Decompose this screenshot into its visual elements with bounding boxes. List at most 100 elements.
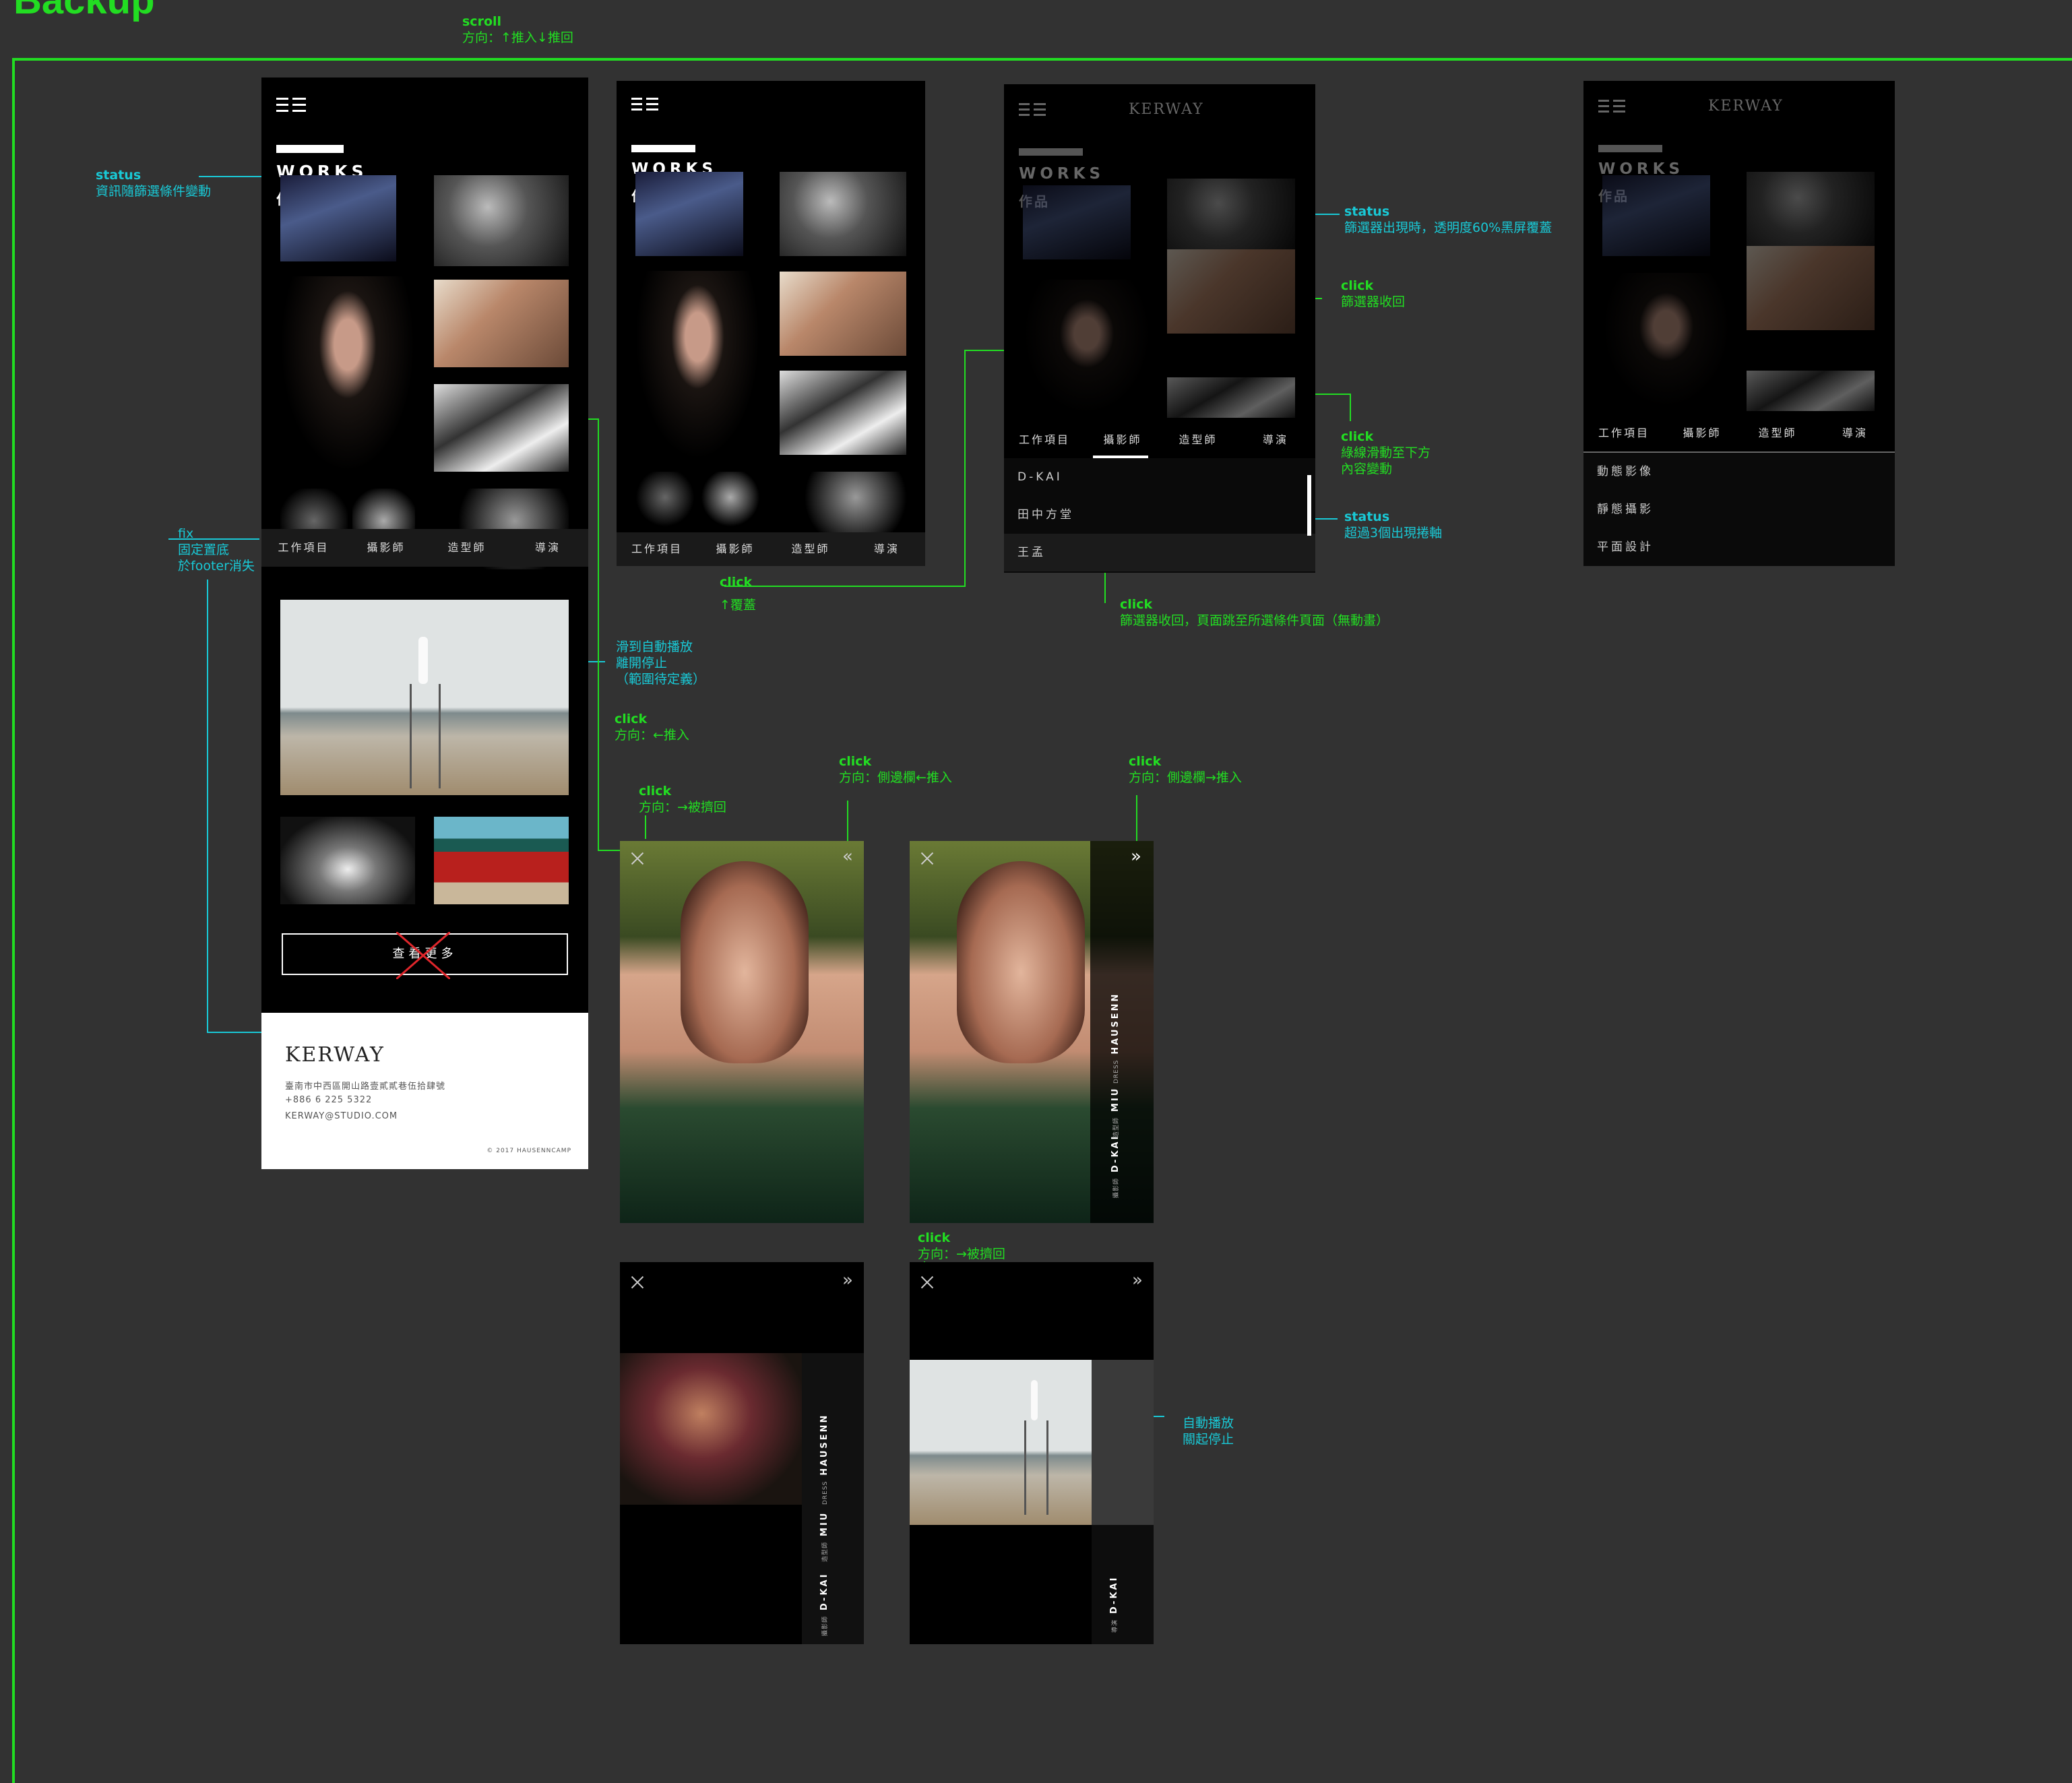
tab-director[interactable]: 導演	[848, 532, 925, 566]
work-thumb[interactable]	[280, 175, 396, 261]
close-icon[interactable]	[919, 1274, 935, 1290]
work-thumb[interactable]	[780, 371, 906, 455]
tab-director[interactable]: 導演	[507, 529, 588, 567]
screen-detail-photo: «	[620, 841, 864, 1223]
title-bar	[631, 145, 695, 152]
credits-sidebar: DRESSHAUSENN 造型師MIU 攝影師D-KAI	[802, 1353, 864, 1644]
work-thumb[interactable]	[434, 280, 569, 367]
chevron-right-icon[interactable]: »	[1131, 848, 1141, 865]
tab-photographer[interactable]: 攝影師	[697, 532, 773, 566]
filter-option[interactable]: 靜態攝影	[1583, 491, 1895, 528]
work-thumb[interactable]	[434, 384, 569, 472]
tab-photographer[interactable]: 攝影師	[346, 529, 427, 567]
menu-icon[interactable]	[631, 98, 662, 114]
tab-stylist[interactable]: 造型師	[427, 529, 507, 567]
tab-stylist[interactable]: 造型師	[1160, 421, 1236, 458]
chevron-left-icon[interactable]: «	[842, 848, 853, 865]
screen-filter-photographer: KERWAY WORKS 作品 工作項目 攝影師 造型師 導演 D-KAI 田中…	[1004, 84, 1315, 573]
credit-item: 造型師MIU	[819, 1511, 829, 1562]
filter-dropdown: 動態影像 靜態攝影 平面設計	[1583, 453, 1895, 566]
note-status-filter: status 資訊隨篩選條件變動	[96, 168, 212, 199]
work-thumb	[1747, 172, 1875, 246]
work-thumb	[1167, 179, 1295, 249]
credit-item: DRESSHAUSENN	[819, 1413, 829, 1505]
menu-icon[interactable]	[1019, 103, 1050, 119]
credits-sidebar: DRESSHAUSENN 造型師MIU 攝影師D-KAI	[1090, 841, 1154, 1223]
tab-stylist[interactable]: 造型師	[1740, 414, 1815, 451]
footer-phone[interactable]: +886 6 225 5322	[285, 1095, 372, 1105]
filter-dropdown: D-KAI 田中方堂 王孟	[1004, 458, 1315, 573]
close-icon[interactable]	[629, 1274, 646, 1290]
note-click-pushback: click 方向：→被擠回	[639, 784, 726, 815]
filter-tabbar: 工作項目 攝影師 造型師 導演	[1004, 421, 1315, 458]
photo-subject	[681, 861, 809, 1063]
work-thumb[interactable]	[635, 172, 743, 256]
tab-photographer[interactable]: 攝影師	[1664, 414, 1740, 451]
filter-scrollbar[interactable]	[1307, 475, 1311, 536]
filter-option[interactable]: 王孟	[1004, 534, 1315, 571]
filter-tabbar: 工作項目 攝影師 造型師 導演	[261, 529, 588, 567]
credit-item: 攝影師D-KAI	[1110, 1134, 1121, 1198]
tab-stylist[interactable]: 造型師	[773, 532, 848, 566]
credits-sidebar: 導演D-KAI	[1092, 1525, 1154, 1644]
remove-mark-icon	[396, 932, 450, 979]
detail-photo	[620, 1353, 802, 1505]
footer-copyright: © 2017 HAUSENNCAMP	[486, 1148, 571, 1154]
work-thumb	[1023, 185, 1131, 259]
note-autoplay-close: 自動播放 關起停止	[1183, 1416, 1234, 1447]
work-thumb	[1023, 280, 1151, 414]
site-footer: KERWAY 臺南市中西區開山路壹貳貳巷伍拾肆號 +886 6 225 5322…	[261, 1013, 588, 1169]
title-bar	[1019, 148, 1083, 156]
work-thumb[interactable]	[280, 276, 415, 472]
filter-option[interactable]: 平面設計	[1583, 528, 1895, 566]
work-thumb[interactable]	[780, 272, 906, 356]
screen-detail-photo-dark: DRESSHAUSENN 造型師MIU 攝影師D-KAI »	[620, 1262, 864, 1644]
screen-detail-photo-sidebar: DRESSHAUSENN 造型師MIU 攝影師D-KAI »	[910, 841, 1154, 1223]
tab-work-item[interactable]: 工作項目	[617, 532, 697, 566]
work-thumb[interactable]	[434, 175, 569, 266]
note-click-collapse: click 篩選器收回	[1341, 278, 1406, 309]
footer-logo: KERWAY	[285, 1043, 385, 1067]
tab-work-item[interactable]: 工作項目	[1583, 414, 1664, 451]
filter-tabbar: 工作項目 攝影師 造型師 導演	[617, 532, 925, 566]
close-icon[interactable]	[919, 850, 935, 867]
screen-works-scroll: WORKS 作品 工作項目 攝影師 造型師 導演 查看更多 KERWAY 臺南市…	[261, 77, 588, 1169]
filter-option[interactable]: D-KAI	[1004, 458, 1315, 496]
screen-detail-video: 導演D-KAI »	[910, 1262, 1154, 1644]
credit-item: DRESSHAUSENN	[1110, 992, 1121, 1084]
tab-director[interactable]: 導演	[1815, 414, 1895, 451]
tab-work-item[interactable]: 工作項目	[1004, 421, 1085, 458]
note-autoplay-scroll: 滑到自動播放 離開停止 （範圍待定義）	[616, 639, 706, 687]
screen-filter-work-item: KERWAY WORKS 作品 工作項目 攝影師 造型師 導演 動態影像 靜態攝…	[1583, 81, 1895, 566]
work-thumb[interactable]	[701, 472, 760, 536]
tab-photographer[interactable]: 攝影師	[1085, 421, 1160, 458]
note-click-cover: click ↑覆蓋	[720, 575, 756, 613]
autoplay-video[interactable]	[280, 600, 569, 795]
work-thumb[interactable]	[280, 817, 415, 904]
note-click-jump: click 篩選器收回，頁面跳至所選條件頁面（無動畫）	[1120, 597, 1389, 628]
tab-director[interactable]: 導演	[1236, 421, 1315, 458]
header-logo: KERWAY	[1708, 98, 1784, 115]
tab-work-item[interactable]: 工作項目	[261, 529, 346, 567]
filter-option[interactable]: 動態影像	[1583, 453, 1895, 491]
chevron-right-icon[interactable]: »	[1132, 1272, 1143, 1289]
menu-icon[interactable]	[1598, 100, 1629, 116]
close-icon[interactable]	[629, 850, 646, 867]
note-status-overlay: status 篩選器出現時，透明度60%黑屏覆蓋	[1344, 204, 1552, 235]
work-thumb	[1747, 371, 1875, 411]
work-thumb[interactable]	[780, 172, 906, 256]
work-thumb[interactable]	[780, 472, 906, 536]
detail-video[interactable]	[910, 1360, 1092, 1525]
work-thumb	[1167, 249, 1295, 334]
footer-email[interactable]: KERWAY@STUDIO.COM	[285, 1111, 398, 1121]
note-click-side-in: click 方向：側邊欄←推入	[839, 754, 952, 785]
filter-tabbar: 工作項目 攝影師 造型師 導演	[1583, 414, 1895, 453]
work-thumb[interactable]	[635, 271, 760, 460]
work-thumb[interactable]	[635, 472, 695, 536]
chevron-right-icon[interactable]: »	[842, 1272, 853, 1289]
work-thumb	[1602, 175, 1710, 256]
filter-option[interactable]: 田中方堂	[1004, 496, 1315, 534]
note-click-pushback2: click 方向：→被擠回	[918, 1230, 1005, 1261]
menu-icon[interactable]	[276, 98, 307, 114]
work-thumb[interactable]	[434, 817, 569, 904]
